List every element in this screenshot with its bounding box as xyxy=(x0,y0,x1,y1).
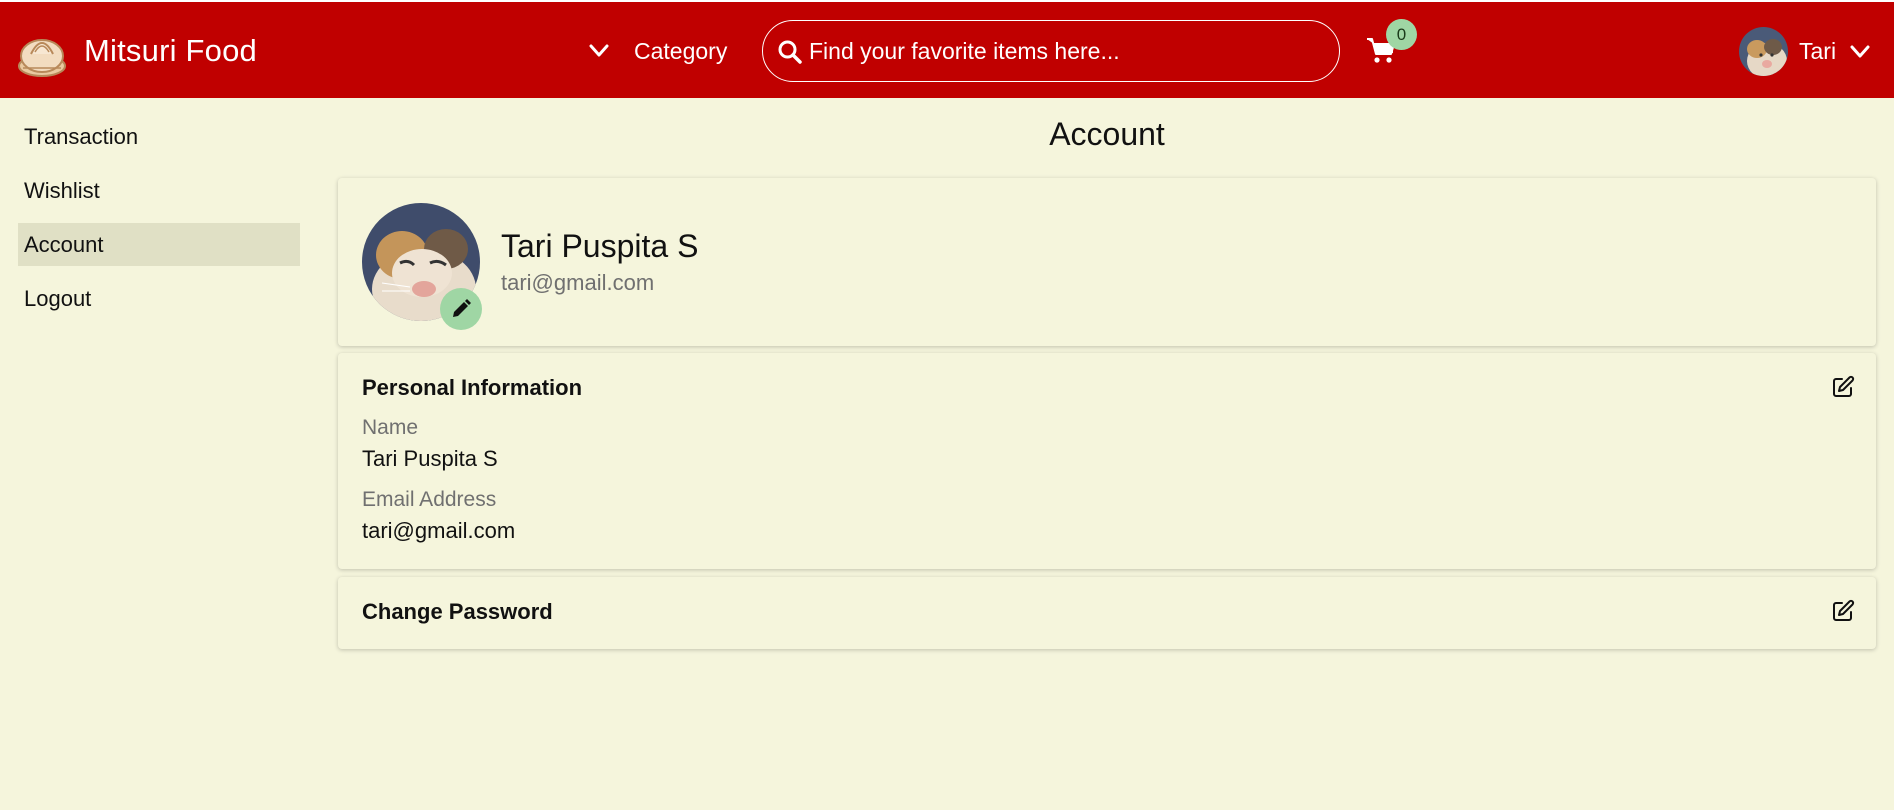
edit-square-icon[interactable] xyxy=(1831,599,1855,623)
search-bar[interactable] xyxy=(762,20,1340,82)
profile-email: tari@gmail.com xyxy=(501,270,655,295)
edit-avatar-button[interactable] xyxy=(440,288,482,330)
top-navbar: Mitsuri Food Category 0 Tari xyxy=(0,2,1894,98)
category-dropdown[interactable]: Category xyxy=(634,38,727,65)
page-title: Account xyxy=(1049,116,1165,152)
field-value-name: Tari Puspita S xyxy=(362,446,498,471)
profile-card: Tari Puspita S tari@gmail.com xyxy=(338,178,1876,346)
pencil-icon xyxy=(453,299,471,317)
change-password-card: Change Password xyxy=(338,577,1876,649)
sidebar-item-wishlist[interactable]: Wishlist xyxy=(18,169,300,212)
personal-information-card: Personal Information Name Tari Puspita S… xyxy=(338,353,1876,569)
sidebar-item-transaction[interactable]: Transaction xyxy=(18,115,300,158)
search-input[interactable] xyxy=(809,33,1319,69)
sidebar-item-logout[interactable]: Logout xyxy=(18,277,300,320)
section-title-personal-information: Personal Information xyxy=(362,375,583,400)
avatar[interactable] xyxy=(1739,27,1788,76)
field-value-email: tari@gmail.com xyxy=(362,518,516,543)
cat-photo-icon xyxy=(1739,27,1788,76)
field-label-name: Name xyxy=(362,416,419,439)
chevron-down-icon[interactable] xyxy=(1849,44,1871,60)
logo-icon[interactable] xyxy=(17,26,67,78)
user-name[interactable]: Tari xyxy=(1799,38,1836,65)
search-icon xyxy=(778,40,802,64)
brand-name[interactable]: Mitsuri Food xyxy=(84,33,257,69)
cart-count-badge: 0 xyxy=(1386,19,1417,50)
chevron-down-icon[interactable] xyxy=(588,43,610,59)
sidebar-item-account[interactable]: Account xyxy=(18,223,300,266)
profile-name: Tari Puspita S xyxy=(501,228,699,264)
section-title-change-password: Change Password xyxy=(362,599,553,624)
edit-square-icon[interactable] xyxy=(1831,375,1855,399)
field-label-email: Email Address xyxy=(362,488,497,511)
